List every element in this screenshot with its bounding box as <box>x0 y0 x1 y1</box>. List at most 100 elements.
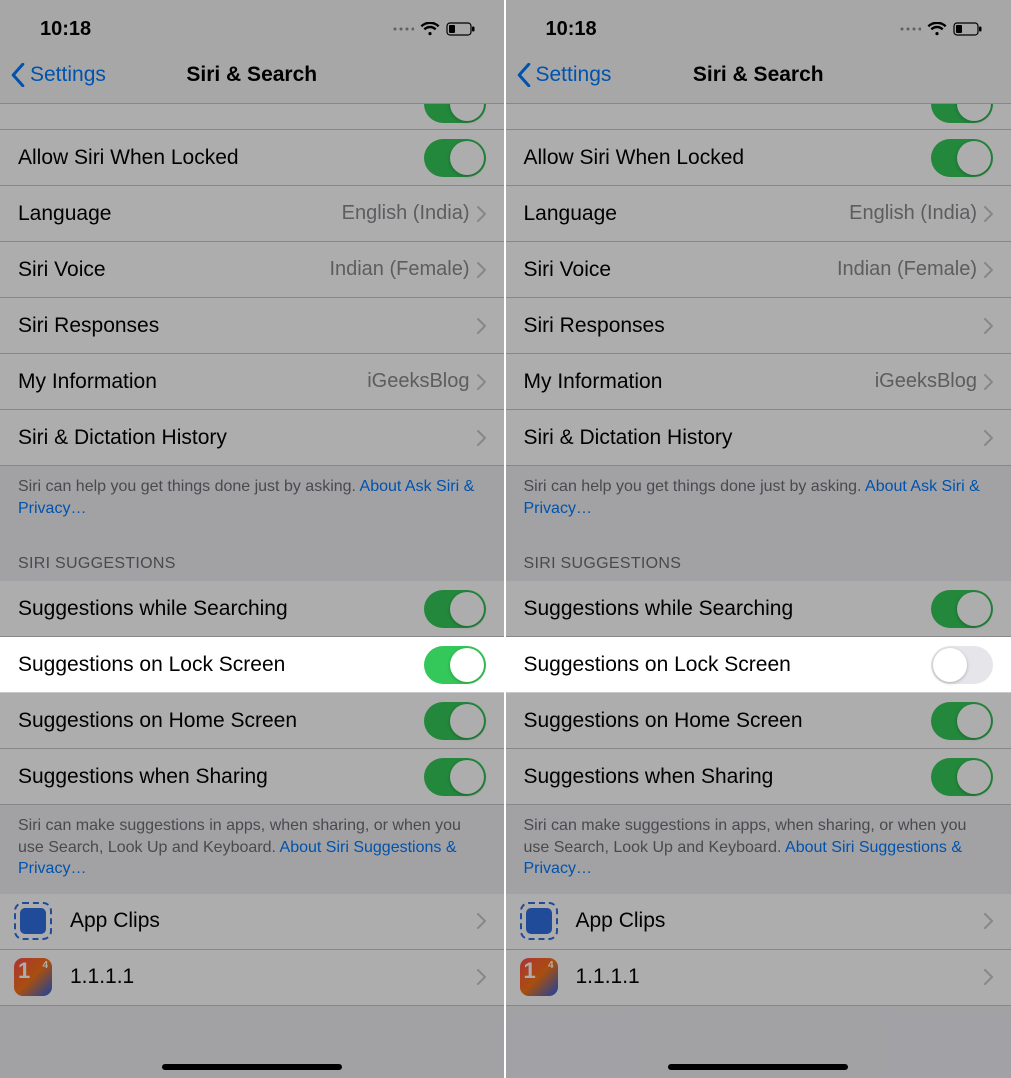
row-allow-siri-locked[interactable]: Allow Siri When Locked <box>506 130 1011 186</box>
home-indicator[interactable] <box>162 1064 342 1070</box>
apps-list: App Clips 1.1.1.1 <box>506 894 1011 1006</box>
row-value: English (India) <box>342 202 470 225</box>
app-clips-icon <box>14 902 52 940</box>
footer-text: Siri can help you get things done just b… <box>18 478 360 495</box>
chevron-right-icon <box>983 430 993 446</box>
chevron-right-icon <box>983 374 993 390</box>
row-siri-history[interactable]: Siri & Dictation History <box>0 410 504 466</box>
row-label: Siri & Dictation History <box>18 426 476 450</box>
phone-screenshot-left: 10:18 Settings Siri & Search Allow Siri … <box>0 0 506 1078</box>
row-suggestions-lock-screen[interactable]: Suggestions on Lock Screen <box>0 637 504 693</box>
row-label: 1.1.1.1 <box>576 965 984 989</box>
battery-icon <box>446 22 476 36</box>
chevron-right-icon <box>476 206 486 222</box>
row-label: Siri & Dictation History <box>524 426 984 450</box>
row-allow-siri-locked[interactable]: Allow Siri When Locked <box>0 130 504 186</box>
home-indicator[interactable] <box>668 1064 848 1070</box>
chevron-right-icon <box>983 969 993 985</box>
row-value: iGeeksBlog <box>875 370 977 393</box>
row-siri-voice[interactable]: Siri Voice Indian (Female) <box>0 242 504 298</box>
status-bar: 10:18 <box>506 0 1011 46</box>
row-siri-responses[interactable]: Siri Responses <box>506 298 1011 354</box>
footer-text: Siri can help you get things done just b… <box>524 478 866 495</box>
toggle-suggestions-lock-screen[interactable] <box>931 646 993 684</box>
row-label: Siri Responses <box>18 314 476 338</box>
toggle-allow-locked[interactable] <box>931 139 993 177</box>
settings-list: Allow Siri When Locked Language English … <box>506 104 1011 466</box>
row-app-1111[interactable]: 1.1.1.1 <box>506 950 1011 1006</box>
footer-suggestions-privacy: Siri can make suggestions in apps, when … <box>0 805 504 894</box>
row-suggestions-home-screen[interactable]: Suggestions on Home Screen <box>0 693 504 749</box>
row-label: Siri Voice <box>524 258 837 282</box>
chevron-right-icon <box>476 262 486 278</box>
footer-siri-privacy: Siri can help you get things done just b… <box>506 466 1011 533</box>
row-app-1111[interactable]: 1.1.1.1 <box>0 950 504 1006</box>
toggle-suggestions-searching[interactable] <box>424 590 486 628</box>
toggle-allow-locked[interactable] <box>424 139 486 177</box>
chevron-right-icon <box>476 318 486 334</box>
toggle-suggestions-home-screen[interactable] <box>424 702 486 740</box>
row-label: My Information <box>18 370 367 394</box>
toggle-suggestions-lock-screen[interactable] <box>424 646 486 684</box>
cellular-dots-icon <box>899 25 921 33</box>
cellular-dots-icon <box>392 25 414 33</box>
row-app-clips[interactable]: App Clips <box>506 894 1011 950</box>
chevron-right-icon <box>983 913 993 929</box>
chevron-left-icon <box>10 63 26 87</box>
section-header-suggestions: SIRI SUGGESTIONS <box>0 533 504 581</box>
row-value: iGeeksBlog <box>367 370 469 393</box>
row-suggestions-home-screen[interactable]: Suggestions on Home Screen <box>506 693 1011 749</box>
chevron-left-icon <box>516 63 532 87</box>
row-my-information[interactable]: My Information iGeeksBlog <box>506 354 1011 410</box>
row-label: App Clips <box>70 909 476 933</box>
chevron-right-icon <box>476 374 486 390</box>
back-label: Settings <box>536 63 612 87</box>
toggle-press-side[interactable] <box>424 104 486 123</box>
toggle-suggestions-home-screen[interactable] <box>931 702 993 740</box>
row-press-side-button[interactable] <box>0 104 504 130</box>
back-button[interactable]: Settings <box>506 63 612 87</box>
nav-bar: Settings Siri & Search <box>506 46 1011 104</box>
row-siri-responses[interactable]: Siri Responses <box>0 298 504 354</box>
toggle-suggestions-searching[interactable] <box>931 590 993 628</box>
suggestions-list: Suggestions while Searching Suggestions … <box>0 581 504 805</box>
row-label: Suggestions while Searching <box>18 597 424 621</box>
status-time: 10:18 <box>546 18 597 41</box>
status-bar: 10:18 <box>0 0 504 46</box>
row-suggestions-lock-screen[interactable]: Suggestions on Lock Screen <box>506 637 1011 693</box>
row-label: Siri Responses <box>524 314 984 338</box>
app-1111-icon <box>14 958 52 996</box>
row-suggestions-sharing[interactable]: Suggestions when Sharing <box>0 749 504 805</box>
row-suggestions-searching[interactable]: Suggestions while Searching <box>0 581 504 637</box>
row-label: Language <box>18 202 342 226</box>
row-label: Allow Siri When Locked <box>524 146 932 170</box>
phone-screenshot-right: 10:18 Settings Siri & Search Allow Siri … <box>506 0 1011 1078</box>
row-language[interactable]: Language English (India) <box>506 186 1011 242</box>
row-label: 1.1.1.1 <box>70 965 476 989</box>
row-label: Siri Voice <box>18 258 329 282</box>
row-label: Suggestions when Sharing <box>524 765 932 789</box>
row-suggestions-sharing[interactable]: Suggestions when Sharing <box>506 749 1011 805</box>
suggestions-list: Suggestions while Searching Suggestions … <box>506 581 1011 805</box>
footer-suggestions-privacy: Siri can make suggestions in apps, when … <box>506 805 1011 894</box>
toggle-suggestions-sharing[interactable] <box>424 758 486 796</box>
row-press-side-button[interactable] <box>506 104 1011 130</box>
row-my-information[interactable]: My Information iGeeksBlog <box>0 354 504 410</box>
apps-list: App Clips 1.1.1.1 <box>0 894 504 1006</box>
toggle-press-side[interactable] <box>931 104 993 123</box>
back-label: Settings <box>30 63 106 87</box>
row-label: App Clips <box>576 909 984 933</box>
row-app-clips[interactable]: App Clips <box>0 894 504 950</box>
row-suggestions-searching[interactable]: Suggestions while Searching <box>506 581 1011 637</box>
row-label: My Information <box>524 370 875 394</box>
toggle-suggestions-sharing[interactable] <box>931 758 993 796</box>
back-button[interactable]: Settings <box>0 63 106 87</box>
row-label: Suggestions on Home Screen <box>18 709 424 733</box>
row-label: Language <box>524 202 850 226</box>
status-time: 10:18 <box>40 18 91 41</box>
row-value: Indian (Female) <box>837 258 977 281</box>
row-siri-history[interactable]: Siri & Dictation History <box>506 410 1011 466</box>
row-siri-voice[interactable]: Siri Voice Indian (Female) <box>506 242 1011 298</box>
settings-list: Allow Siri When Locked Language English … <box>0 104 504 466</box>
row-language[interactable]: Language English (India) <box>0 186 504 242</box>
